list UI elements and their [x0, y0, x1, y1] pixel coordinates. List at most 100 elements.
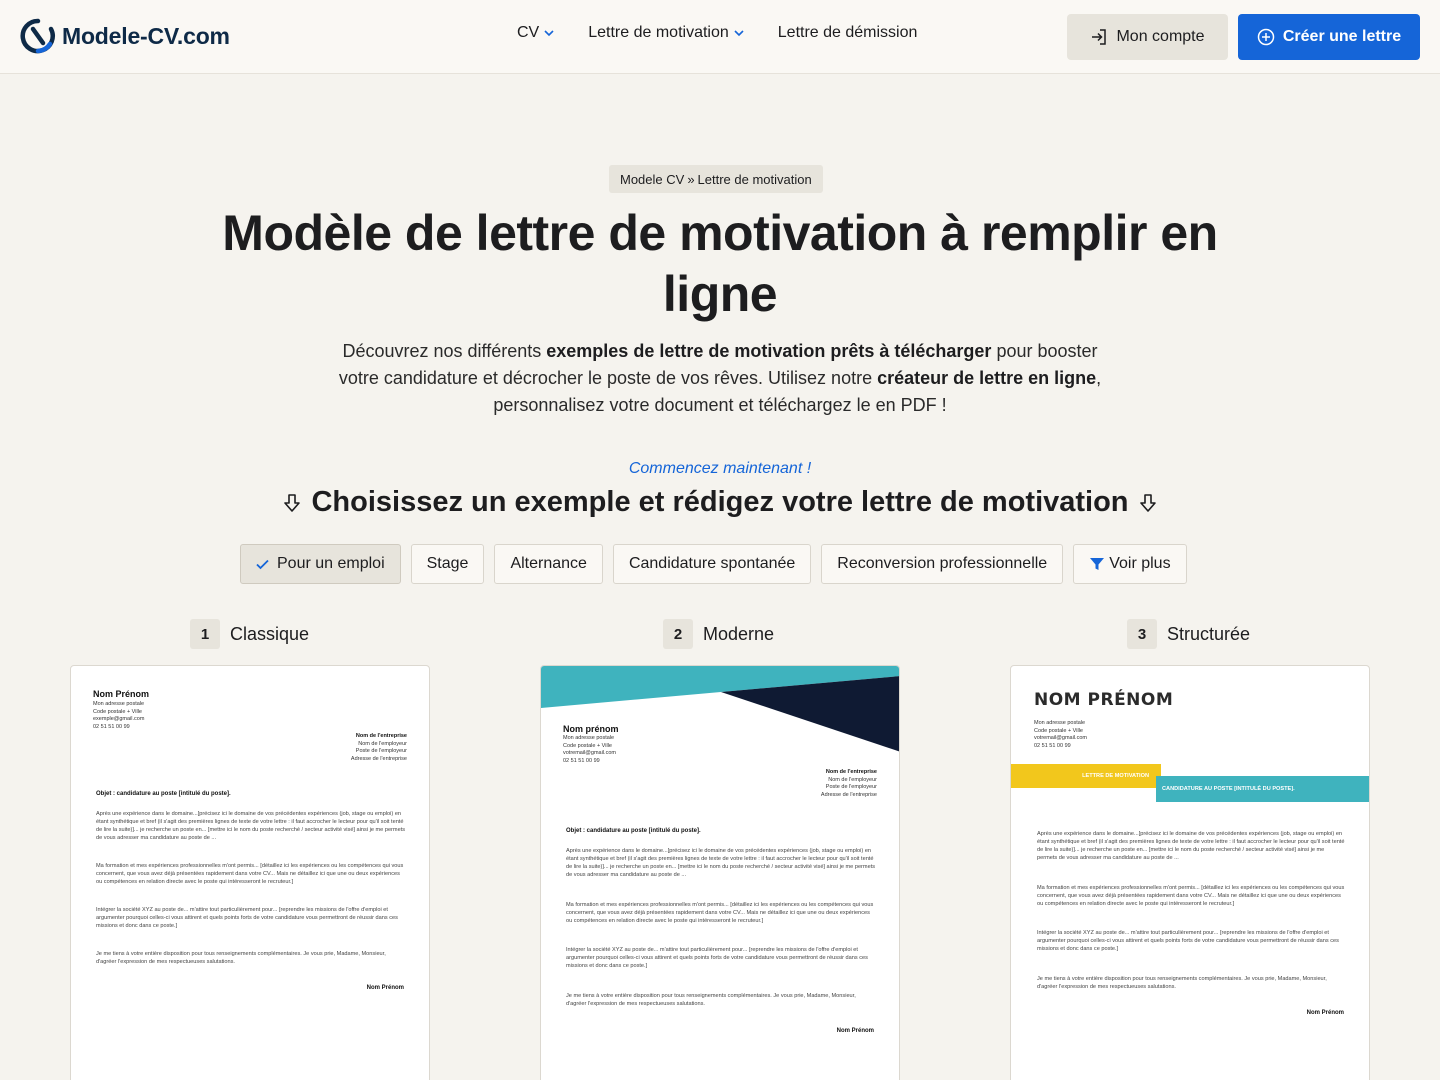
filter-label: Voir plus: [1109, 555, 1171, 572]
letter-line: Poste de l'employeur: [825, 784, 877, 790]
logo-text: Modele-CV.com: [62, 22, 230, 49]
letter-paragraph: Je me tiens à votre entière disposition …: [1037, 976, 1327, 990]
letter-line: Mon adresse postale: [1034, 720, 1086, 726]
filter-alternance[interactable]: Alternance: [494, 544, 603, 584]
breadcrumb-separator: »: [687, 171, 695, 187]
letter-sender-block: Mon adresse postale Code postale + Ville…: [563, 735, 616, 765]
template-label-classique: 1 Classique: [190, 619, 309, 649]
filter-reconversion[interactable]: Reconversion professionnelle: [821, 544, 1064, 584]
plus-circle-icon: [1257, 28, 1275, 46]
letter-signature: Nom Prénom: [836, 1028, 874, 1034]
title-band-teal: CANDIDATURE AU POSTE [INTITULÉ DU POSTE]…: [1156, 776, 1369, 802]
nav-item-lettre-demission[interactable]: Lettre de démission: [778, 24, 918, 42]
account-button-label: Mon compte: [1116, 28, 1205, 45]
filter-funnel-icon: [1090, 558, 1105, 570]
letter-paragraph: Je me tiens à votre entière disposition …: [96, 951, 386, 965]
letter-paragraph: Ma formation et mes expériences professi…: [96, 863, 404, 885]
letter-line: Adresse de l'entreprise: [820, 791, 877, 798]
template-name: Moderne: [703, 623, 775, 644]
template-card-moderne[interactable]: Nom prénom Mon adresse postale Code post…: [540, 665, 900, 1080]
nav-item-cv[interactable]: CV: [517, 24, 554, 42]
letter-paragraph: Ma formation et mes expériences professi…: [566, 902, 874, 924]
band-label: CANDIDATURE AU POSTE [INTITULÉ DU POSTE]…: [1162, 786, 1295, 792]
letter-paragraph: Intégrer la société XYZ au poste de... m…: [1037, 930, 1339, 952]
letter-line: exemple@gmail.com: [93, 716, 145, 722]
letter-line: Adresse de l'entreprise: [350, 755, 407, 762]
letter-paragraph: Après une expérience dans le domaine...[…: [96, 811, 406, 841]
logo-icon: [20, 18, 55, 54]
letter-line: Poste de l'employeur: [355, 748, 407, 754]
site-logo[interactable]: Modele-CV.com: [20, 18, 230, 54]
chevron-down-icon: [544, 30, 554, 37]
filter-candidature-spontanee[interactable]: Candidature spontanée: [612, 544, 812, 584]
title-band-yellow: LETTRE DE MOTIVATION: [1011, 764, 1161, 788]
template-label-structuree: 3 Structurée: [1127, 619, 1250, 649]
intro-text: Découvrez nos différents exemples de let…: [320, 338, 1120, 419]
letter-line: Nom de l'entreprise: [825, 769, 877, 775]
nav-item-label: Lettre de démission: [777, 24, 918, 41]
arrow-down-icon: [284, 493, 301, 512]
filter-pour-un-emploi[interactable]: Pour un emploi: [240, 544, 401, 584]
letter-name: Nom prénom: [563, 724, 619, 734]
filter-voir-plus[interactable]: Voir plus: [1073, 544, 1187, 584]
letter-paragraph: Intégrer la société XYZ au poste de... m…: [96, 907, 398, 929]
nav-item-lettre-motivation[interactable]: Lettre de motivation: [588, 24, 744, 42]
filter-label: Candidature spontanée: [628, 555, 796, 572]
breadcrumb: Modele CV » Lettre de motivation: [609, 165, 823, 193]
create-letter-label: Créer une lettre: [1282, 28, 1402, 45]
site-header: Modele-CV.com CV Lettre de motivation Le…: [0, 0, 1440, 74]
letter-line: Mon adresse postale: [563, 735, 615, 741]
template-card-classique[interactable]: Nom Prénom Mon adresse postale Code post…: [70, 665, 430, 1080]
letter-paragraph: Après une expérience dans le domaine...[…: [566, 848, 876, 878]
template-number: 1: [190, 619, 220, 649]
section-heading-text: Choisissez un exemple et rédigez votre l…: [311, 486, 1129, 518]
letter-name: Nom Prénom: [93, 689, 150, 699]
nav-item-label: CV: [517, 24, 540, 41]
letter-name: NOM PRÉNOM: [1034, 690, 1174, 710]
arrow-down-icon: [1139, 493, 1156, 512]
breadcrumb-home[interactable]: Modele CV: [620, 172, 684, 187]
letter-line: Code postale + Ville: [1034, 727, 1083, 734]
filter-bar: Pour un emploi Stage Alternance Candidat…: [240, 544, 1197, 584]
check-icon: [256, 559, 269, 569]
start-now-link[interactable]: Commencez maintenant !: [520, 460, 920, 478]
letter-line: 02 51 51 00 99: [563, 757, 600, 764]
letter-line: Code postale + Ville: [563, 742, 612, 749]
template-name: Classique: [230, 623, 310, 644]
intro-part: Découvrez nos différents: [342, 341, 547, 361]
letter-paragraph: Après une expérience dans le domaine...[…: [1037, 831, 1345, 861]
letter-recipient-block: Nom de l'entreprise Nom de l'employeur P…: [821, 769, 877, 799]
letter-object: Objet : candidature au poste [intitulé d…: [96, 791, 231, 797]
letter-sender-block: Mon adresse postale Code postale + Ville…: [1034, 720, 1087, 750]
letter-line: 02 51 51 00 99: [93, 723, 130, 730]
filter-stage[interactable]: Stage: [410, 544, 485, 584]
breadcrumb-current: Lettre de motivation: [697, 171, 812, 187]
intro-bold: créateur de lettre en ligne: [877, 368, 1097, 388]
main-nav: CV Lettre de motivation Lettre de démiss…: [517, 24, 951, 42]
letter-recipient-block: Nom de l'entreprise Nom de l'employeur P…: [351, 733, 407, 763]
nav-item-label: Lettre de motivation: [588, 24, 729, 41]
band-label: LETTRE DE MOTIVATION: [1082, 773, 1149, 779]
section-heading: Choisissez un exemple et rédigez votre l…: [200, 486, 1240, 519]
letter-paragraph: Je me tiens à votre entière disposition …: [566, 993, 856, 1007]
template-name: Structurée: [1167, 623, 1251, 644]
letter-line: 02 51 51 00 99: [1034, 742, 1071, 749]
create-letter-button[interactable]: Créer une lettre: [1238, 14, 1420, 60]
letter-sender-block: Mon adresse postale Code postale + Ville…: [93, 701, 144, 731]
letter-line: Mon adresse postale: [93, 701, 145, 707]
page-title: Modèle de lettre de motivation à remplir…: [222, 205, 1218, 322]
filter-label: Alternance: [510, 555, 587, 572]
template-card-structuree[interactable]: NOM PRÉNOM Mon adresse postale Code post…: [1010, 665, 1370, 1080]
letter-signature: Nom Prénom: [366, 985, 404, 991]
letter-line: Nom de l'employeur: [828, 776, 877, 783]
account-button[interactable]: Mon compte: [1067, 14, 1228, 60]
letter-line: Nom de l'employeur: [358, 740, 407, 747]
template-number: 3: [1127, 619, 1157, 649]
letter-object: Objet : candidature au poste [intitulé d…: [566, 828, 701, 834]
login-icon: [1092, 29, 1107, 45]
template-number: 2: [663, 619, 693, 649]
letter-line: Nom de l'entreprise: [355, 733, 407, 739]
letter-line: votremail@gmail.com: [563, 750, 616, 756]
intro-bold: exemples de lettre de motivation prêts à…: [546, 341, 992, 361]
letter-paragraph: Intégrer la société XYZ au poste de... m…: [566, 947, 868, 969]
